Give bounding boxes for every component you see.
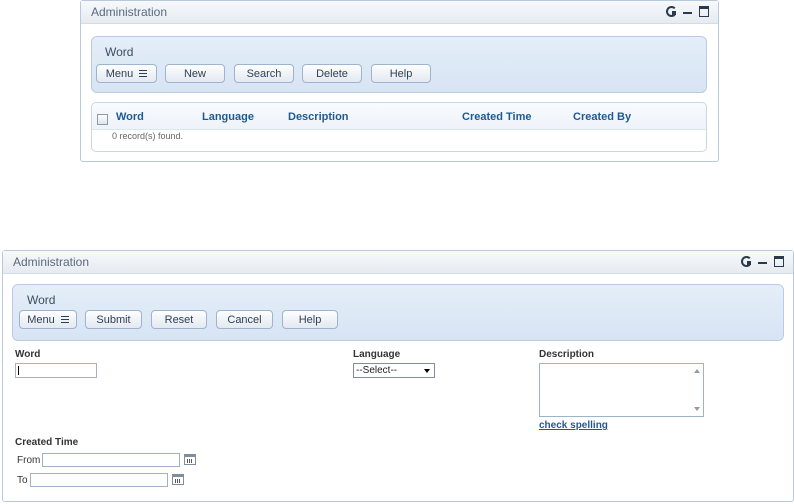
menu-button[interactable]: Menu bbox=[19, 310, 77, 329]
portlet-titlebar: Administration bbox=[81, 1, 718, 24]
language-select-value: --Select-- bbox=[356, 365, 398, 376]
toolbar-panel: Word Menu New Search Delete Help bbox=[91, 36, 707, 93]
column-header-description[interactable]: Description bbox=[288, 111, 349, 123]
help-button[interactable]: Help bbox=[282, 310, 338, 329]
help-button[interactable]: Help bbox=[371, 64, 431, 83]
panel-title: Word bbox=[27, 293, 56, 307]
column-header-language[interactable]: Language bbox=[202, 111, 254, 123]
portlet-titlebar: Administration bbox=[3, 251, 793, 274]
list-portlet: Administration Word Menu New Search Dele… bbox=[80, 0, 719, 162]
description-label: Description bbox=[539, 349, 595, 360]
records-found-text: 0 record(s) found. bbox=[112, 131, 184, 141]
word-label: Word bbox=[15, 349, 41, 360]
select-all-checkbox[interactable] bbox=[97, 114, 108, 125]
column-header-created-time[interactable]: Created Time bbox=[462, 111, 532, 123]
minimize-icon[interactable] bbox=[757, 255, 768, 266]
grid-header: Word Language Description Created Time C… bbox=[92, 103, 706, 130]
minimize-icon[interactable] bbox=[682, 5, 693, 16]
toolbar-panel: Word Menu Submit Reset Cancel Help bbox=[12, 284, 784, 341]
panel-title: Word bbox=[105, 45, 134, 59]
form-portlet: Administration Word Menu Submit Reset Ca… bbox=[2, 250, 794, 502]
menu-lines-icon bbox=[139, 70, 148, 77]
to-label: To bbox=[17, 475, 28, 486]
maximize-icon[interactable] bbox=[699, 5, 710, 17]
menu-button[interactable]: Menu bbox=[96, 64, 157, 83]
refresh-icon[interactable] bbox=[665, 5, 677, 17]
column-header-word[interactable]: Word bbox=[116, 111, 144, 123]
submit-button[interactable]: Submit bbox=[85, 310, 142, 329]
cancel-button[interactable]: Cancel bbox=[216, 310, 273, 329]
calendar-icon[interactable] bbox=[172, 474, 184, 485]
menu-button-label: Menu bbox=[105, 67, 134, 80]
menu-button-label: Menu bbox=[27, 313, 55, 326]
menu-lines-icon bbox=[60, 316, 69, 323]
new-button[interactable]: New bbox=[165, 64, 225, 83]
created-time-label: Created Time bbox=[15, 437, 79, 448]
scroll-up-icon[interactable] bbox=[694, 369, 700, 373]
description-textarea[interactable] bbox=[539, 363, 704, 417]
portlet-title: Administration bbox=[13, 255, 90, 269]
from-date-input[interactable] bbox=[42, 453, 180, 467]
delete-button[interactable]: Delete bbox=[302, 64, 362, 83]
results-grid: Word Language Description Created Time C… bbox=[91, 102, 707, 152]
check-spelling-link[interactable]: check spelling bbox=[539, 420, 608, 431]
search-button[interactable]: Search bbox=[234, 64, 294, 83]
portlet-title: Administration bbox=[91, 5, 168, 19]
language-label: Language bbox=[353, 349, 401, 360]
to-date-input[interactable] bbox=[30, 473, 168, 487]
calendar-icon[interactable] bbox=[184, 454, 196, 465]
maximize-icon[interactable] bbox=[774, 255, 785, 267]
chevron-down-icon bbox=[424, 369, 430, 373]
word-input[interactable] bbox=[15, 363, 97, 378]
text-cursor bbox=[18, 366, 19, 375]
from-label: From bbox=[17, 455, 41, 466]
column-header-created-by[interactable]: Created By bbox=[573, 111, 631, 123]
reset-button[interactable]: Reset bbox=[151, 310, 207, 329]
scroll-down-icon[interactable] bbox=[694, 407, 700, 411]
language-select[interactable]: --Select-- bbox=[353, 363, 435, 378]
refresh-icon[interactable] bbox=[740, 255, 752, 267]
